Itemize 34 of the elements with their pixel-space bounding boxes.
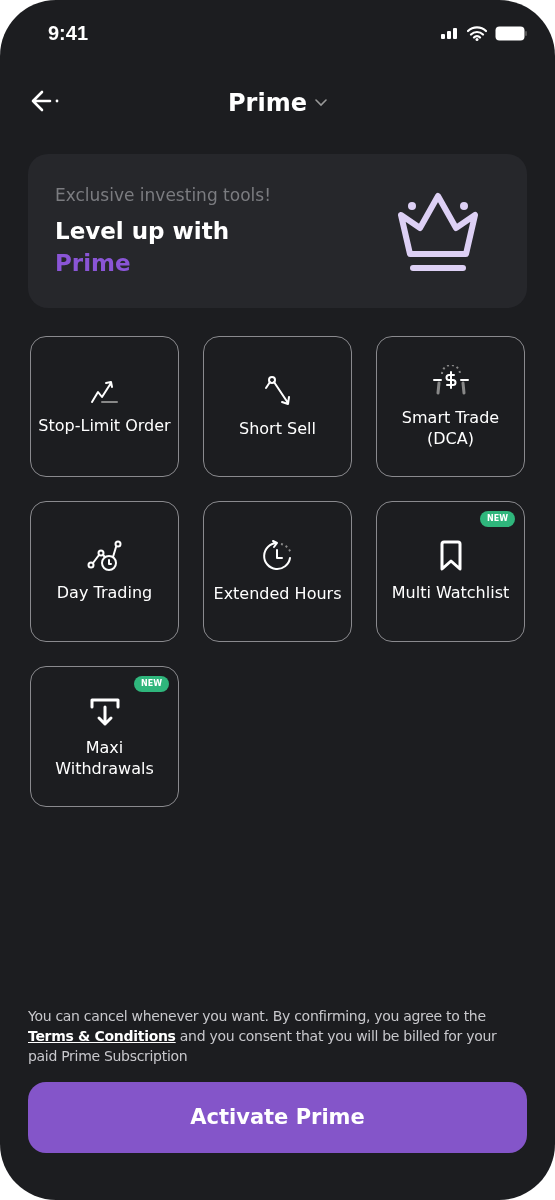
- dollar-icon: [430, 364, 471, 397]
- feature-tile[interactable]: NEW Multi Watchlist: [376, 501, 525, 642]
- feature-label: Smart Trade (DCA): [400, 406, 501, 449]
- feature-tile[interactable]: Extended Hours: [203, 501, 352, 642]
- back-arrow-icon: [30, 90, 60, 112]
- title-dropdown[interactable]: Prime: [228, 85, 327, 121]
- chevron-down-icon: [314, 99, 327, 107]
- chart-clock-icon: [86, 540, 123, 572]
- feature-label: Maxi Withdrawals: [54, 736, 155, 779]
- new-badge: NEW: [480, 511, 515, 527]
- feature-label: Multi Watchlist: [390, 582, 511, 603]
- feature-label: Short Sell: [238, 418, 317, 439]
- feature-tile[interactable]: Smart Trade (DCA): [376, 336, 525, 477]
- signal-icon: [441, 27, 459, 39]
- new-badge: NEW: [134, 676, 169, 692]
- feature-tile[interactable]: NEW Maxi Withdrawals: [30, 666, 179, 807]
- wifi-icon: [467, 25, 487, 41]
- promo-title: Level up with: [55, 216, 231, 246]
- feature-label: Day Trading: [55, 582, 154, 603]
- promo-highlight: Prime: [55, 248, 132, 278]
- feature-tile[interactable]: Short Sell: [203, 336, 352, 477]
- feature-tile[interactable]: Day Trading: [30, 501, 179, 642]
- crown-icon: [396, 190, 480, 272]
- disclaimer-text: You can cancel whenever you want. By confirming, you agree to the Terms & Conditions and you consent that you will be billed for your paid Prime Subscription: [28, 1007, 498, 1066]
- feature-label: Extended Hours: [212, 583, 343, 604]
- battery-icon: [495, 25, 527, 41]
- bookmark-icon: [438, 540, 463, 572]
- terms-link[interactable]: Terms & Conditions: [28, 1028, 176, 1044]
- feature-label: Stop-Limit Order: [37, 415, 172, 436]
- promo-eyebrow: Exclusive investing tools!: [55, 184, 271, 208]
- back-button[interactable]: [30, 90, 60, 112]
- activate-button[interactable]: Activate Prime: [28, 1082, 527, 1153]
- status-time: 9:41: [48, 21, 89, 46]
- feature-tile[interactable]: Stop-Limit Order: [30, 336, 179, 477]
